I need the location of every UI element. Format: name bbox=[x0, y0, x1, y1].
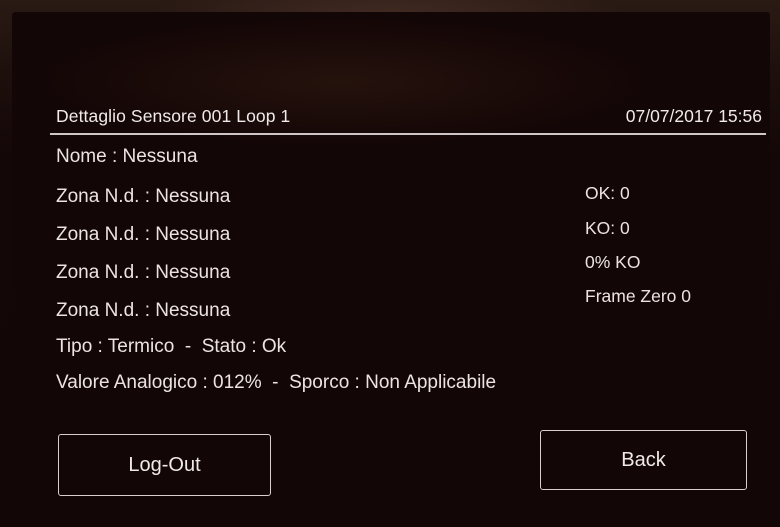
header-bar: Dettaglio Sensore 001 Loop 1 07/07/2017 … bbox=[50, 102, 766, 132]
frame-zero: Frame Zero 0 bbox=[585, 286, 691, 306]
date-time: 07/07/2017 15:56 bbox=[625, 106, 762, 126]
zone-line-4: Zona N.d. : Nessuna bbox=[56, 300, 231, 321]
header-divider bbox=[50, 133, 766, 135]
page-title: Dettaglio Sensore 001 Loop 1 bbox=[56, 106, 291, 126]
logout-button[interactable]: Log-Out bbox=[58, 434, 271, 496]
ko-count: KO: 0 bbox=[585, 218, 630, 238]
back-button[interactable]: Back bbox=[540, 430, 747, 490]
zone-line-2: Zona N.d. : Nessuna bbox=[56, 224, 231, 245]
ko-percent: 0% KO bbox=[585, 252, 641, 272]
analog-value-dirt: Valore Analogico : 012% - Sporco : Non A… bbox=[56, 372, 497, 393]
ok-count: OK: 0 bbox=[585, 183, 630, 203]
type-status: Tipo : Termico - Stato : Ok bbox=[56, 336, 287, 357]
zone-line-1: Zona N.d. : Nessuna bbox=[56, 186, 231, 207]
sensor-name: Nome : Nessuna bbox=[56, 146, 198, 167]
zone-line-3: Zona N.d. : Nessuna bbox=[56, 262, 231, 283]
